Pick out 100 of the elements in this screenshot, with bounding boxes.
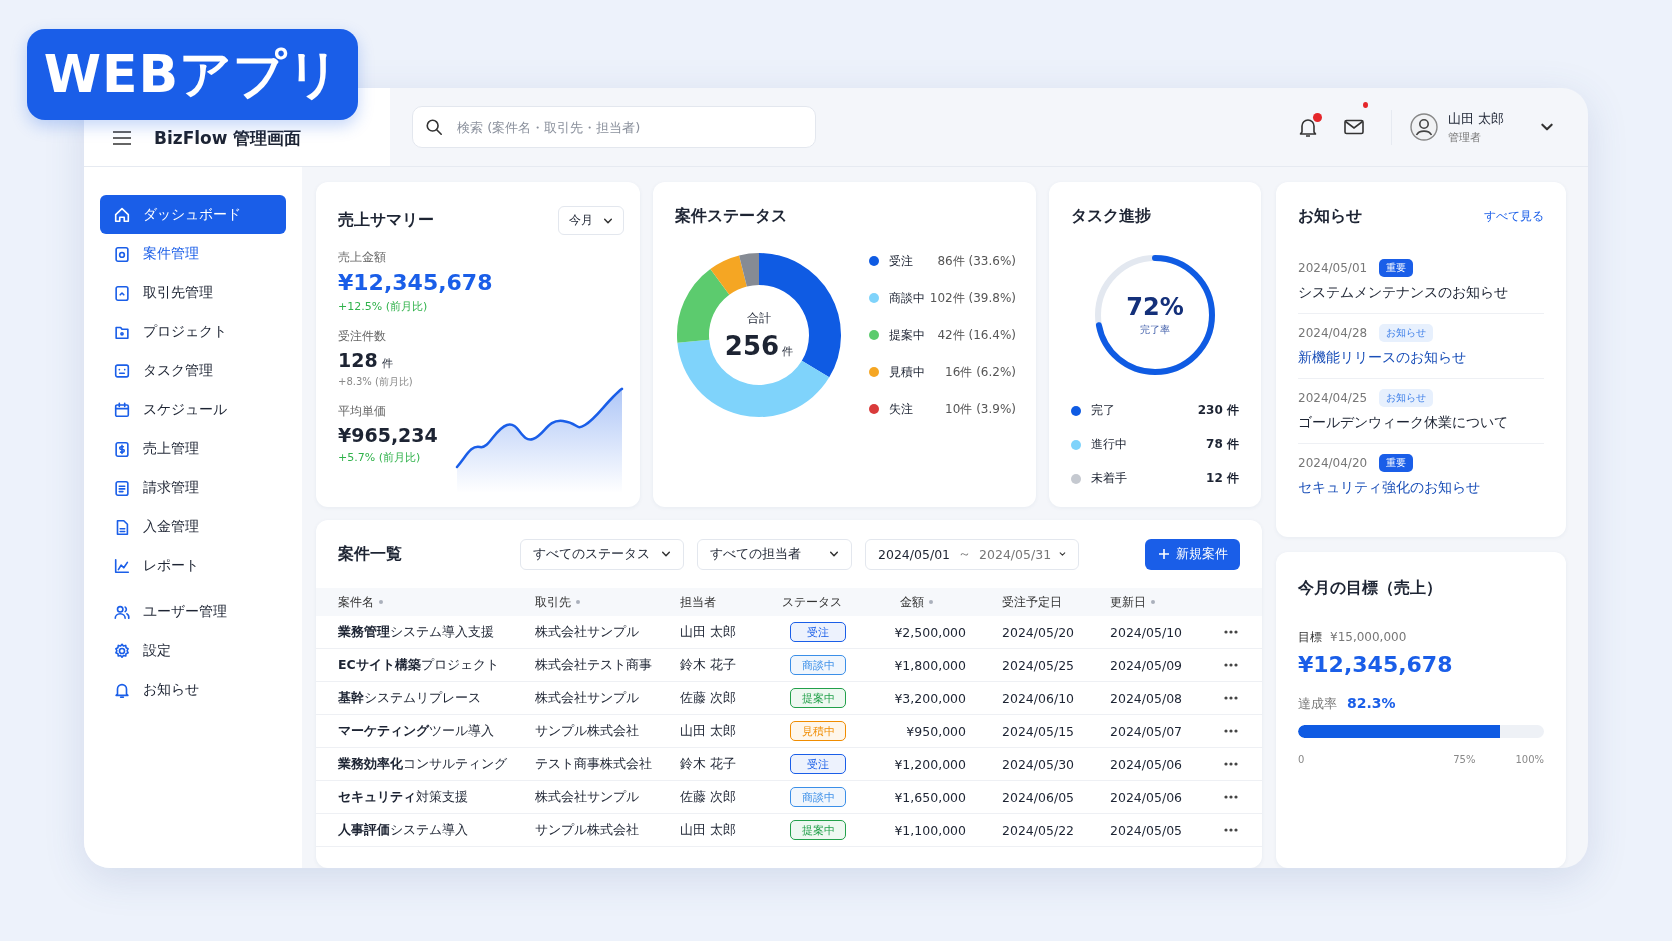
more-icon[interactable] bbox=[1224, 630, 1238, 634]
more-icon[interactable] bbox=[1224, 663, 1238, 667]
legend-label: 商談中 bbox=[889, 289, 925, 307]
metric-value: ¥12,345,678 bbox=[338, 270, 494, 295]
deal-name[interactable]: マーケティングツール導入 bbox=[316, 722, 535, 740]
sidebar-item[interactable]: スケジュール bbox=[100, 390, 286, 429]
settings-icon bbox=[113, 641, 131, 660]
document-icon bbox=[113, 478, 131, 497]
metric-change: +8.3% (前月比) bbox=[338, 375, 414, 389]
chevron-down-icon bbox=[661, 549, 671, 559]
chevron-down-icon bbox=[1059, 549, 1066, 559]
more-icon[interactable] bbox=[1224, 696, 1238, 700]
table-cell-text: 2024/05/06 bbox=[1109, 756, 1184, 772]
metric-label: 受注件数 bbox=[338, 328, 387, 345]
progress-percent: 72% bbox=[1126, 293, 1184, 321]
document-icon bbox=[113, 283, 131, 302]
task-icon bbox=[113, 361, 131, 380]
calendar-icon bbox=[113, 400, 131, 419]
status-tag: 受注 bbox=[790, 622, 846, 642]
legend-label: 進行中 bbox=[1091, 436, 1127, 453]
news-date: 2024/05/01 bbox=[1298, 261, 1368, 275]
table-cell-text: ¥1,800,000 bbox=[893, 657, 967, 673]
date-range-field[interactable]: 2024/05/01 ～ 2024/05/31 bbox=[865, 538, 1079, 570]
more-icon[interactable] bbox=[1224, 729, 1238, 733]
legend-value: 230 件 bbox=[1197, 402, 1239, 419]
new-deal-button[interactable]: 新規案件 bbox=[1145, 538, 1240, 570]
target-label: 目標 bbox=[1298, 629, 1322, 646]
search-icon bbox=[425, 118, 443, 136]
avatar-icon[interactable] bbox=[1409, 113, 1438, 141]
rate-value: 82.3% bbox=[1347, 695, 1396, 711]
more-icon[interactable] bbox=[1224, 795, 1238, 799]
search-input[interactable]: 検索 (案件名・取引先・担当者) bbox=[455, 118, 803, 136]
user-role: 管理者 bbox=[1447, 129, 1482, 145]
goal-value: ¥12,345,678 bbox=[1298, 652, 1454, 677]
filter-dropdown[interactable]: すべての担当者 bbox=[697, 538, 852, 570]
chart-icon bbox=[113, 556, 131, 575]
news-title[interactable]: ゴールデンウィーク休業について bbox=[1298, 414, 1544, 432]
news-title[interactable]: 新機能リリースのお知らせ bbox=[1298, 349, 1544, 367]
table-cell-text: ¥2,500,000 bbox=[893, 624, 967, 640]
card-title: タスク進捗 bbox=[1071, 206, 1152, 227]
user-name: 山田 太郎 bbox=[1447, 109, 1504, 128]
view-all-link[interactable]: すべて見る bbox=[1484, 208, 1544, 225]
deal-name[interactable]: ECサイト構築プロジェクト bbox=[316, 656, 535, 674]
sidebar-item[interactable]: 入金管理 bbox=[100, 507, 286, 546]
news-date: 2024/04/20 bbox=[1298, 456, 1368, 470]
deal-name[interactable]: 業務管理システム導入支援 bbox=[316, 623, 535, 641]
more-icon[interactable] bbox=[1224, 762, 1238, 766]
menu-icon[interactable] bbox=[112, 130, 132, 146]
legend-label: 失注 bbox=[889, 400, 913, 418]
period-dropdown[interactable]: 今月 bbox=[558, 206, 624, 235]
column-header[interactable]: 案件名 bbox=[316, 593, 535, 611]
metric-change: +5.7% (前月比) bbox=[338, 450, 422, 465]
home-icon bbox=[113, 205, 131, 224]
column-header: ステータス bbox=[782, 593, 843, 611]
sidebar-item[interactable]: タスク管理 bbox=[100, 351, 286, 390]
status-tag: 商談中 bbox=[790, 655, 846, 675]
metric-label: 平均単価 bbox=[338, 403, 387, 420]
more-icon[interactable] bbox=[1224, 828, 1238, 832]
sidebar-item[interactable]: レポート bbox=[100, 546, 286, 585]
deal-name[interactable]: 人事評価システム導入 bbox=[316, 821, 535, 839]
column-header[interactable]: 金額 bbox=[880, 593, 972, 611]
table-cell-text: ¥3,200,000 bbox=[893, 690, 967, 706]
status-tag: 商談中 bbox=[790, 787, 846, 807]
status-tag: 受注 bbox=[790, 754, 846, 774]
legend-label: 見積中 bbox=[889, 363, 925, 381]
column-header: 受注予定日 bbox=[1001, 593, 1063, 611]
sidebar-item[interactable]: プロジェクト bbox=[100, 312, 286, 351]
table-cell-text: 2024/06/05 bbox=[1001, 789, 1076, 805]
sidebar-item[interactable]: 案件管理 bbox=[100, 234, 286, 273]
metric-label: 売上金額 bbox=[338, 249, 387, 266]
deal-name[interactable]: 業務効率化コンサルティング bbox=[316, 755, 535, 773]
sidebar-item[interactable]: お知らせ bbox=[100, 670, 286, 709]
news-title[interactable]: システムメンテナンスのお知らせ bbox=[1298, 284, 1544, 302]
sidebar-item[interactable]: ダッシュボード bbox=[100, 195, 286, 234]
scale-label: 0 bbox=[1298, 754, 1305, 765]
sidebar-item[interactable]: 設定 bbox=[100, 631, 286, 670]
filter-dropdown[interactable]: すべてのステータス bbox=[520, 538, 684, 570]
news-title[interactable]: セキュリティ強化のお知らせ bbox=[1298, 479, 1544, 497]
search-bar[interactable]: 検索 (案件名・取引先・担当者) bbox=[412, 106, 816, 148]
legend-value: 42件 (16.4%) bbox=[937, 326, 1016, 344]
legend-value: 10件 (3.9%) bbox=[945, 400, 1016, 418]
sidebar-item[interactable]: 売上管理 bbox=[100, 429, 286, 468]
card-title: お知らせ bbox=[1298, 206, 1362, 227]
total-label: 合計 bbox=[747, 309, 771, 327]
column-header[interactable]: 取引先 bbox=[535, 593, 680, 611]
sidebar-item[interactable]: 請求管理 bbox=[100, 468, 286, 507]
legend-value: 12 件 bbox=[1206, 470, 1239, 487]
table-cell-text: 株式会社サンプル bbox=[535, 623, 640, 641]
deal-name[interactable]: セキュリティ対策支援 bbox=[316, 788, 535, 806]
sidebar-item[interactable]: 取引先管理 bbox=[100, 273, 286, 312]
table-cell-text: 株式会社サンプル bbox=[535, 689, 640, 707]
sidebar-item[interactable]: ユーザー管理 bbox=[100, 592, 286, 631]
legend-value: 102件 (39.8%) bbox=[929, 289, 1016, 307]
table-cell-text: ¥1,200,000 bbox=[893, 756, 967, 772]
news-tag: お知らせ bbox=[1379, 324, 1434, 342]
metric-value: ¥965,234 bbox=[338, 424, 439, 446]
table-cell-text: 佐藤 次郎 bbox=[680, 689, 737, 707]
news-tag: お知らせ bbox=[1379, 389, 1434, 407]
deal-name[interactable]: 基幹システムリプレース bbox=[316, 689, 535, 707]
column-header[interactable]: 更新日 bbox=[1090, 593, 1200, 611]
